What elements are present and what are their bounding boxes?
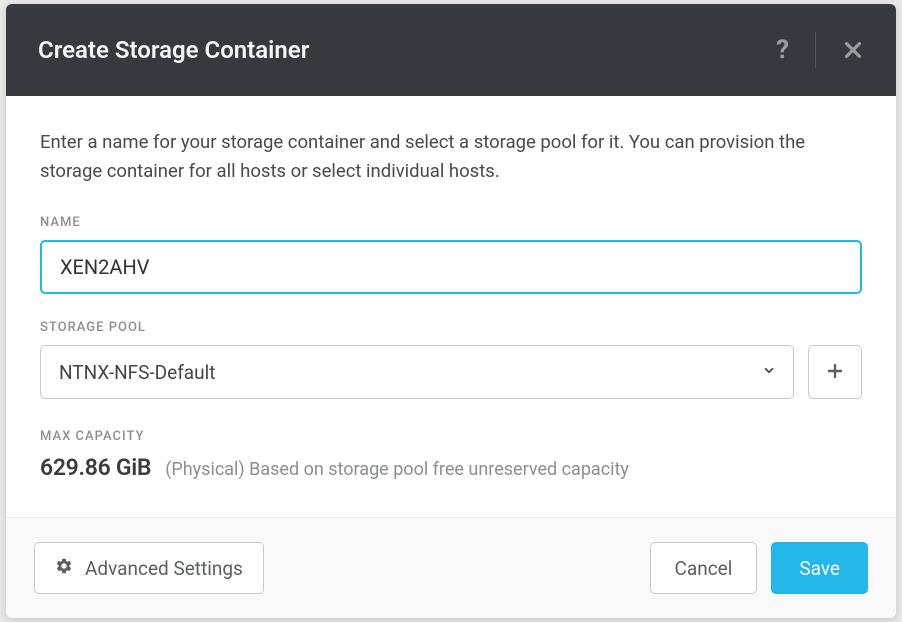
create-storage-container-modal: Create Storage Container ? Enter a name …: [6, 4, 896, 618]
max-capacity-row: 629.86 GiB (Physical) Based on storage p…: [40, 454, 862, 481]
close-icon[interactable]: [842, 39, 864, 61]
gear-icon: [55, 557, 73, 580]
header-divider: [815, 32, 816, 68]
modal-description: Enter a name for your storage container …: [40, 128, 862, 185]
modal-title: Create Storage Container: [38, 36, 309, 64]
modal-body: Enter a name for your storage container …: [6, 96, 896, 517]
name-field-block: NAME: [40, 215, 862, 294]
storage-pool-label: STORAGE POOL: [40, 320, 862, 335]
advanced-settings-label: Advanced Settings: [85, 557, 243, 580]
storage-pool-select[interactable]: NTNX-NFS-Default: [40, 345, 794, 399]
max-capacity-block: MAX CAPACITY 629.86 GiB (Physical) Based…: [40, 429, 862, 481]
modal-header: Create Storage Container ?: [6, 4, 896, 96]
storage-pool-row: NTNX-NFS-Default: [40, 345, 862, 399]
cancel-button[interactable]: Cancel: [650, 542, 758, 594]
footer-right: Cancel Save: [650, 542, 868, 594]
max-capacity-note: (Physical) Based on storage pool free un…: [165, 459, 629, 480]
storage-pool-select-wrap: NTNX-NFS-Default: [40, 345, 794, 399]
help-icon[interactable]: ?: [776, 35, 789, 65]
plus-icon: [826, 362, 844, 383]
modal-footer: Advanced Settings Cancel Save: [6, 517, 896, 618]
advanced-settings-button[interactable]: Advanced Settings: [34, 542, 264, 594]
header-actions: ?: [776, 32, 864, 68]
max-capacity-value: 629.86 GiB: [40, 454, 151, 481]
storage-pool-field-block: STORAGE POOL NTNX-NFS-Default: [40, 320, 862, 399]
add-storage-pool-button[interactable]: [808, 345, 862, 399]
name-input[interactable]: [40, 240, 862, 294]
name-label: NAME: [40, 215, 862, 230]
save-button[interactable]: Save: [771, 542, 868, 594]
max-capacity-label: MAX CAPACITY: [40, 429, 862, 444]
